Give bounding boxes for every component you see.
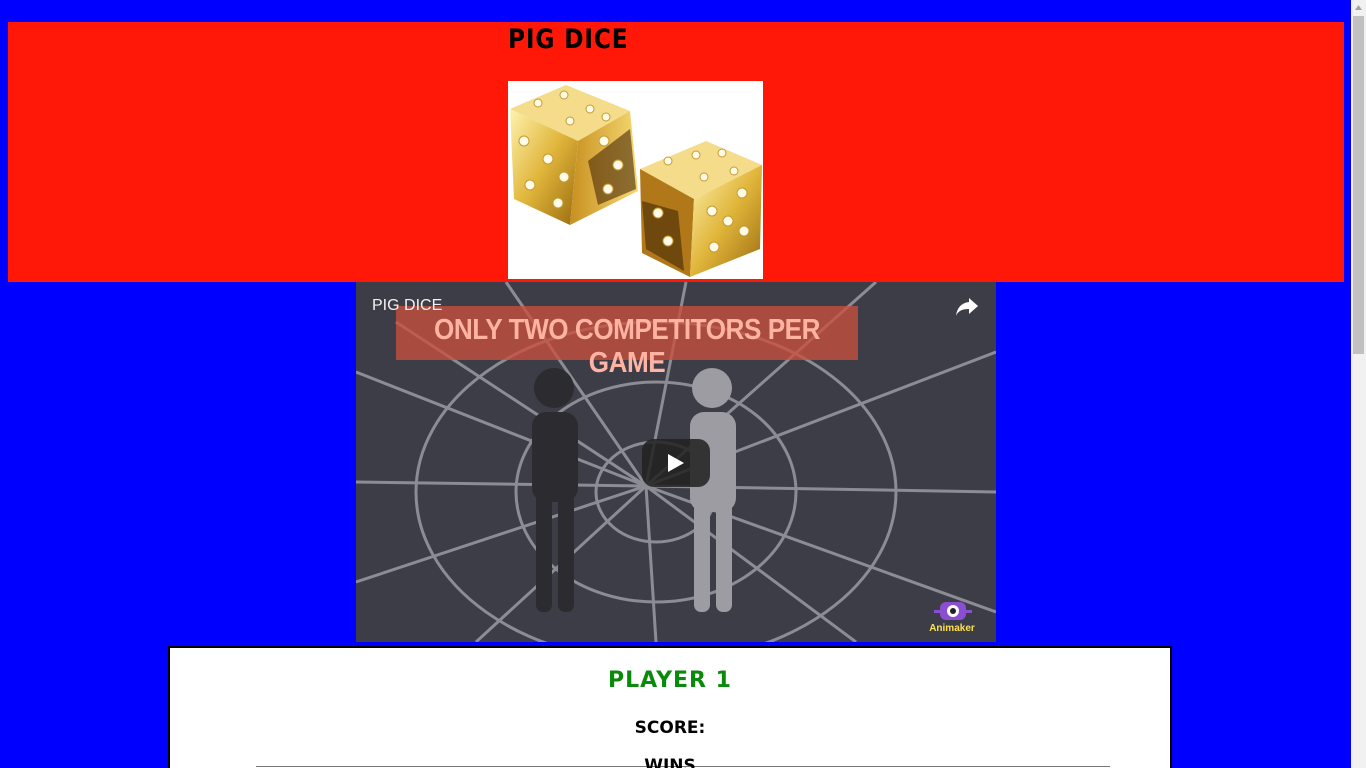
player-name: PLAYER 1 <box>608 668 732 693</box>
play-button[interactable] <box>642 439 710 487</box>
video-title[interactable]: PIG DICE <box>372 297 442 315</box>
vertical-scrollbar[interactable] <box>1351 0 1366 768</box>
page: PIG DICE ONLY TWO COMPETITORS PER GAME P… <box>0 0 1351 768</box>
animaker-mascot-icon <box>934 602 972 620</box>
video-player[interactable]: ONLY TWO COMPETITORS PER GAME PIG DICE A… <box>356 282 996 642</box>
animaker-logo-text: Animaker <box>929 623 975 634</box>
header-banner: PIG DICE <box>8 22 1344 282</box>
wins-label: WINS <box>644 756 696 768</box>
video-banner: ONLY TWO COMPETITORS PER GAME <box>396 306 858 379</box>
animaker-logo: Animaker <box>924 600 980 634</box>
scroll-up-arrow-icon[interactable] <box>1351 0 1366 15</box>
share-icon[interactable] <box>955 296 979 318</box>
score-label: SCORE: <box>634 718 706 738</box>
scrollbar-thumb[interactable] <box>1353 16 1364 354</box>
video-banner-text: ONLY TWO COMPETITORS PER GAME <box>433 314 821 379</box>
player-1-card: PLAYER 1 SCORE: WINS <box>168 646 1172 768</box>
golden-dice-image <box>508 81 763 279</box>
play-icon <box>668 454 684 472</box>
page-title: PIG DICE <box>508 24 629 55</box>
